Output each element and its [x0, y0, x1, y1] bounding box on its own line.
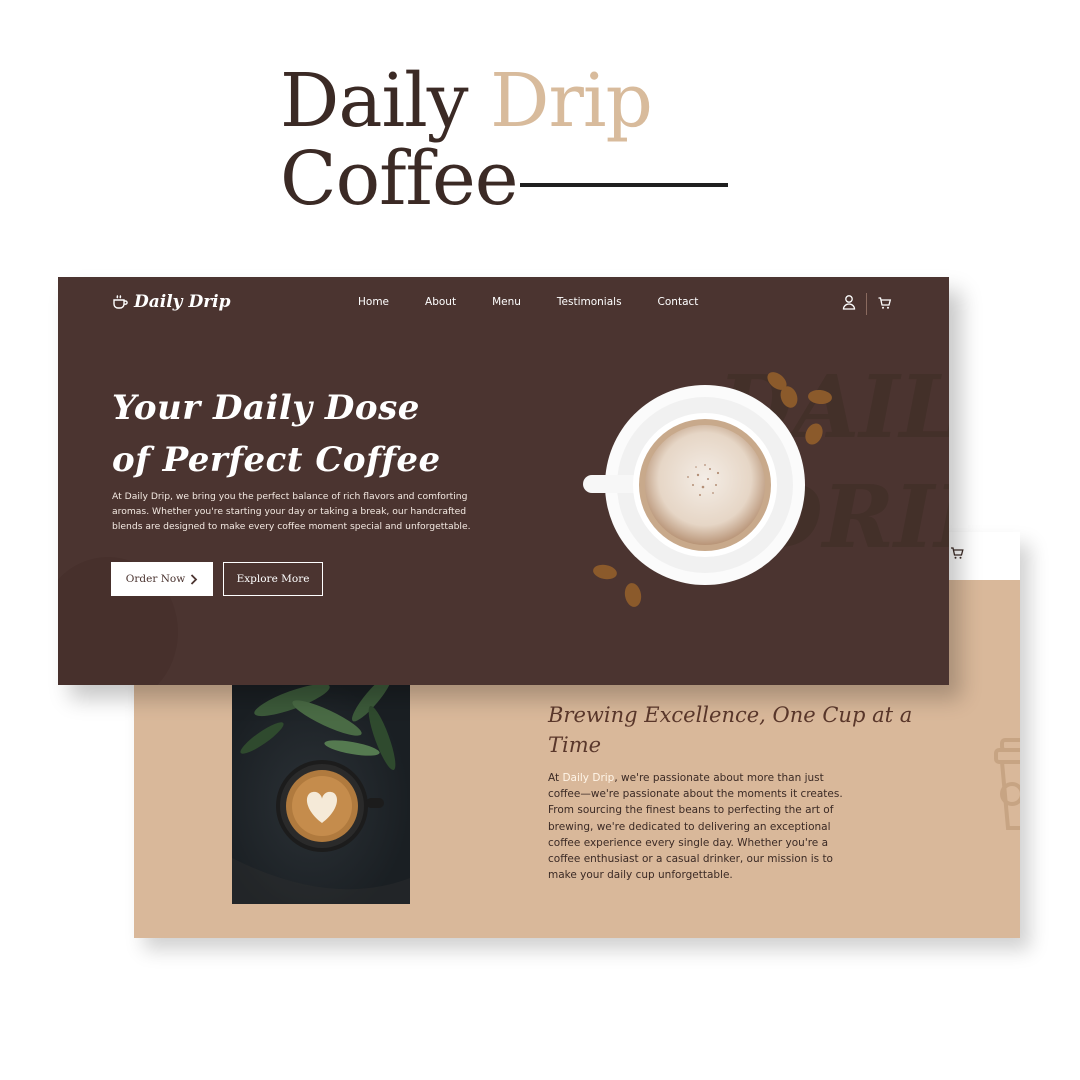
showcase-title-word2: Drip: [490, 58, 653, 144]
showcase-title: Daily Drip Coffee: [280, 62, 653, 222]
nav-testimonials[interactable]: Testimonials: [557, 296, 622, 308]
coffee-cup-icon: [113, 295, 128, 309]
hero-title-line1: Your Daily Dose: [112, 388, 420, 428]
coffee-cup-illustration: [583, 372, 832, 607]
main-nav: Home About Menu Testimonials Contact: [358, 296, 698, 308]
nav-home[interactable]: Home: [358, 296, 389, 308]
order-now-label: Order Now: [125, 573, 186, 585]
latte-art-photo: [232, 678, 410, 904]
header-actions: [842, 293, 892, 315]
cart-icon[interactable]: [950, 546, 964, 564]
logo[interactable]: Daily Drip: [112, 292, 231, 312]
showcase-underline: [520, 183, 728, 187]
logo-text: Daily Drip: [134, 292, 231, 312]
header-divider: [866, 293, 867, 315]
hero-section: DAILY DRIP Daily Drip Home About Menu Te…: [58, 277, 949, 685]
cart-icon[interactable]: [877, 295, 892, 314]
nav-about[interactable]: About: [425, 296, 456, 308]
nav-menu[interactable]: Menu: [492, 296, 521, 308]
about-brand-highlight: Daily Drip: [562, 772, 615, 784]
hero-description: At Daily Drip, we bring you the perfect …: [112, 491, 471, 532]
nav-contact[interactable]: Contact: [658, 296, 699, 308]
hero-title: Your Daily Dose of Perfect Coffee: [112, 382, 472, 486]
takeaway-cup-icon: [994, 738, 1020, 830]
explore-more-label: Explore More: [236, 573, 310, 585]
showcase-title-line2: Coffee: [280, 136, 519, 222]
about-title: Brewing Excellence, One Cup at a Time: [548, 703, 913, 757]
order-now-button[interactable]: Order Now: [111, 562, 213, 596]
hero-title-line2: of Perfect Coffee: [112, 440, 441, 480]
user-icon[interactable]: [842, 294, 856, 314]
chevron-right-icon: [191, 573, 198, 585]
about-description: At Daily Drip, we're passionate about mo…: [548, 770, 858, 883]
about-text-prefix: At: [548, 772, 563, 784]
explore-more-button[interactable]: Explore More: [223, 562, 323, 596]
about-text-body: , we're passionate about more than just …: [548, 772, 843, 882]
showcase-title-word1: Daily: [280, 58, 469, 144]
